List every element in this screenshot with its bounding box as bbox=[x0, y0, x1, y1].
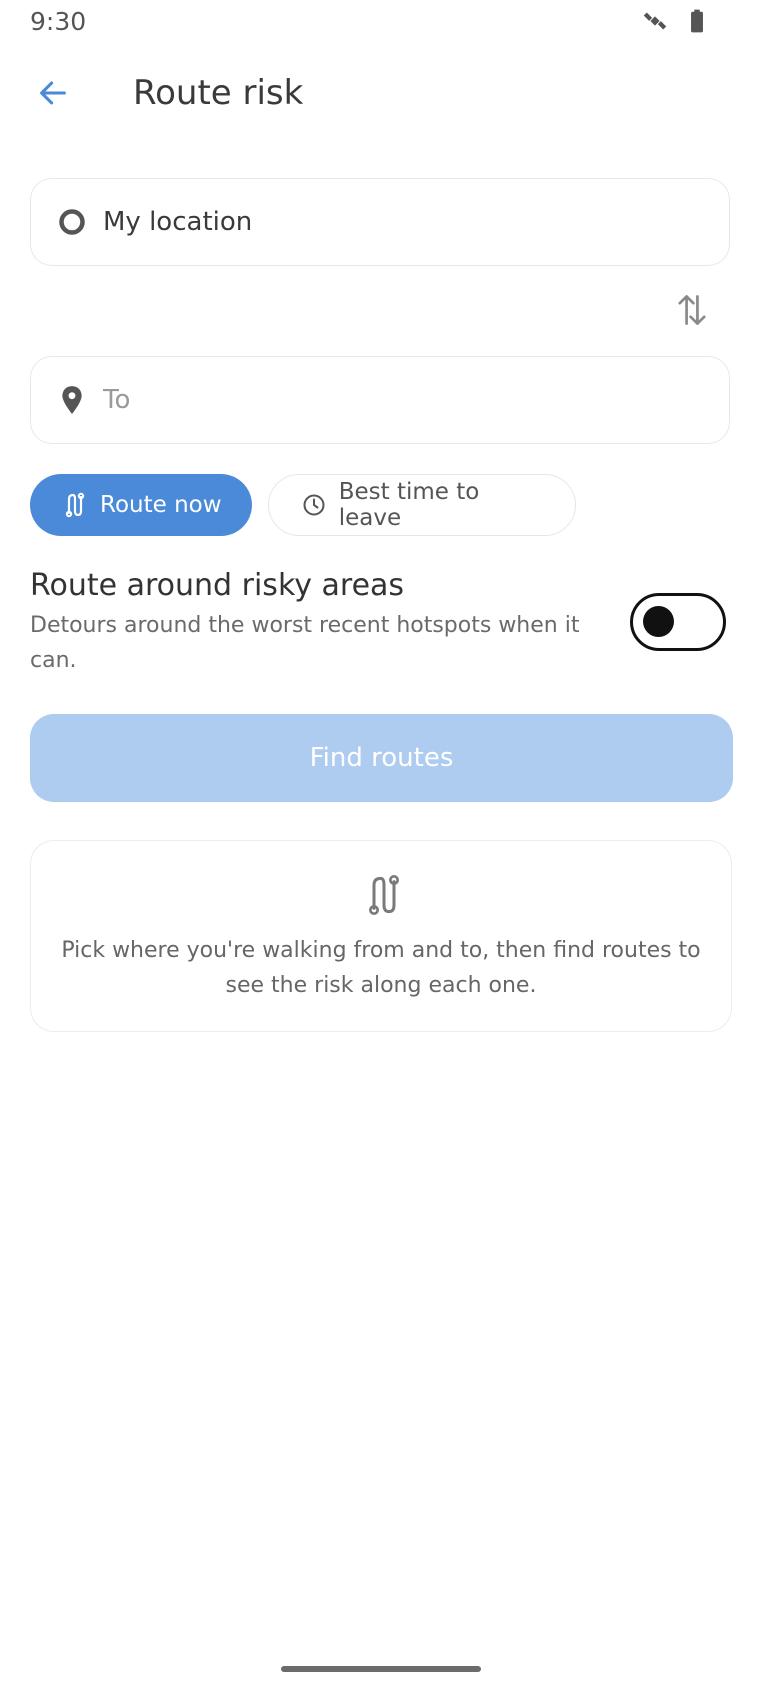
from-field-value: My location bbox=[103, 207, 253, 237]
route-risk-screen: 9:30 Route risk My location To Route now… bbox=[0, 0, 760, 1689]
risk-toggle-description: Detours around the worst recent hotspots… bbox=[30, 613, 580, 673]
status-icons bbox=[642, 8, 710, 34]
home-indicator[interactable] bbox=[281, 1666, 481, 1672]
route-now-chip[interactable]: Route now bbox=[30, 474, 252, 536]
status-time: 9:30 bbox=[30, 7, 87, 36]
risk-toggle-switch[interactable] bbox=[630, 593, 726, 651]
risk-toggle-title: Route around risky areas bbox=[30, 568, 405, 603]
swap-vertical-icon bbox=[675, 291, 709, 333]
page-title: Route risk bbox=[133, 73, 304, 113]
from-field[interactable]: My location bbox=[30, 178, 730, 266]
route-now-label: Route now bbox=[100, 492, 222, 518]
empty-state-message: Pick where you're walking from and to, t… bbox=[61, 938, 701, 998]
satellite-icon bbox=[642, 8, 668, 34]
status-bar: 9:30 bbox=[0, 0, 760, 48]
to-input[interactable] bbox=[103, 385, 663, 415]
to-field[interactable] bbox=[30, 356, 730, 444]
route-icon bbox=[364, 873, 404, 917]
clock-icon bbox=[301, 492, 327, 518]
empty-state-card: Pick where you're walking from and to, t… bbox=[30, 840, 732, 1032]
best-time-chip[interactable]: Best time to leave bbox=[268, 474, 576, 536]
toggle-knob bbox=[643, 606, 674, 637]
circle-outline-icon bbox=[57, 207, 87, 237]
swap-button[interactable] bbox=[672, 292, 712, 332]
arrow-left-icon bbox=[36, 76, 70, 114]
route-icon bbox=[62, 492, 88, 518]
location-pin-icon bbox=[57, 385, 87, 415]
battery-icon bbox=[684, 8, 710, 34]
best-time-label: Best time to leave bbox=[338, 479, 480, 531]
app-bar: Route risk bbox=[0, 56, 760, 136]
back-button[interactable] bbox=[28, 70, 78, 120]
find-routes-button[interactable]: Find routes bbox=[30, 714, 733, 802]
